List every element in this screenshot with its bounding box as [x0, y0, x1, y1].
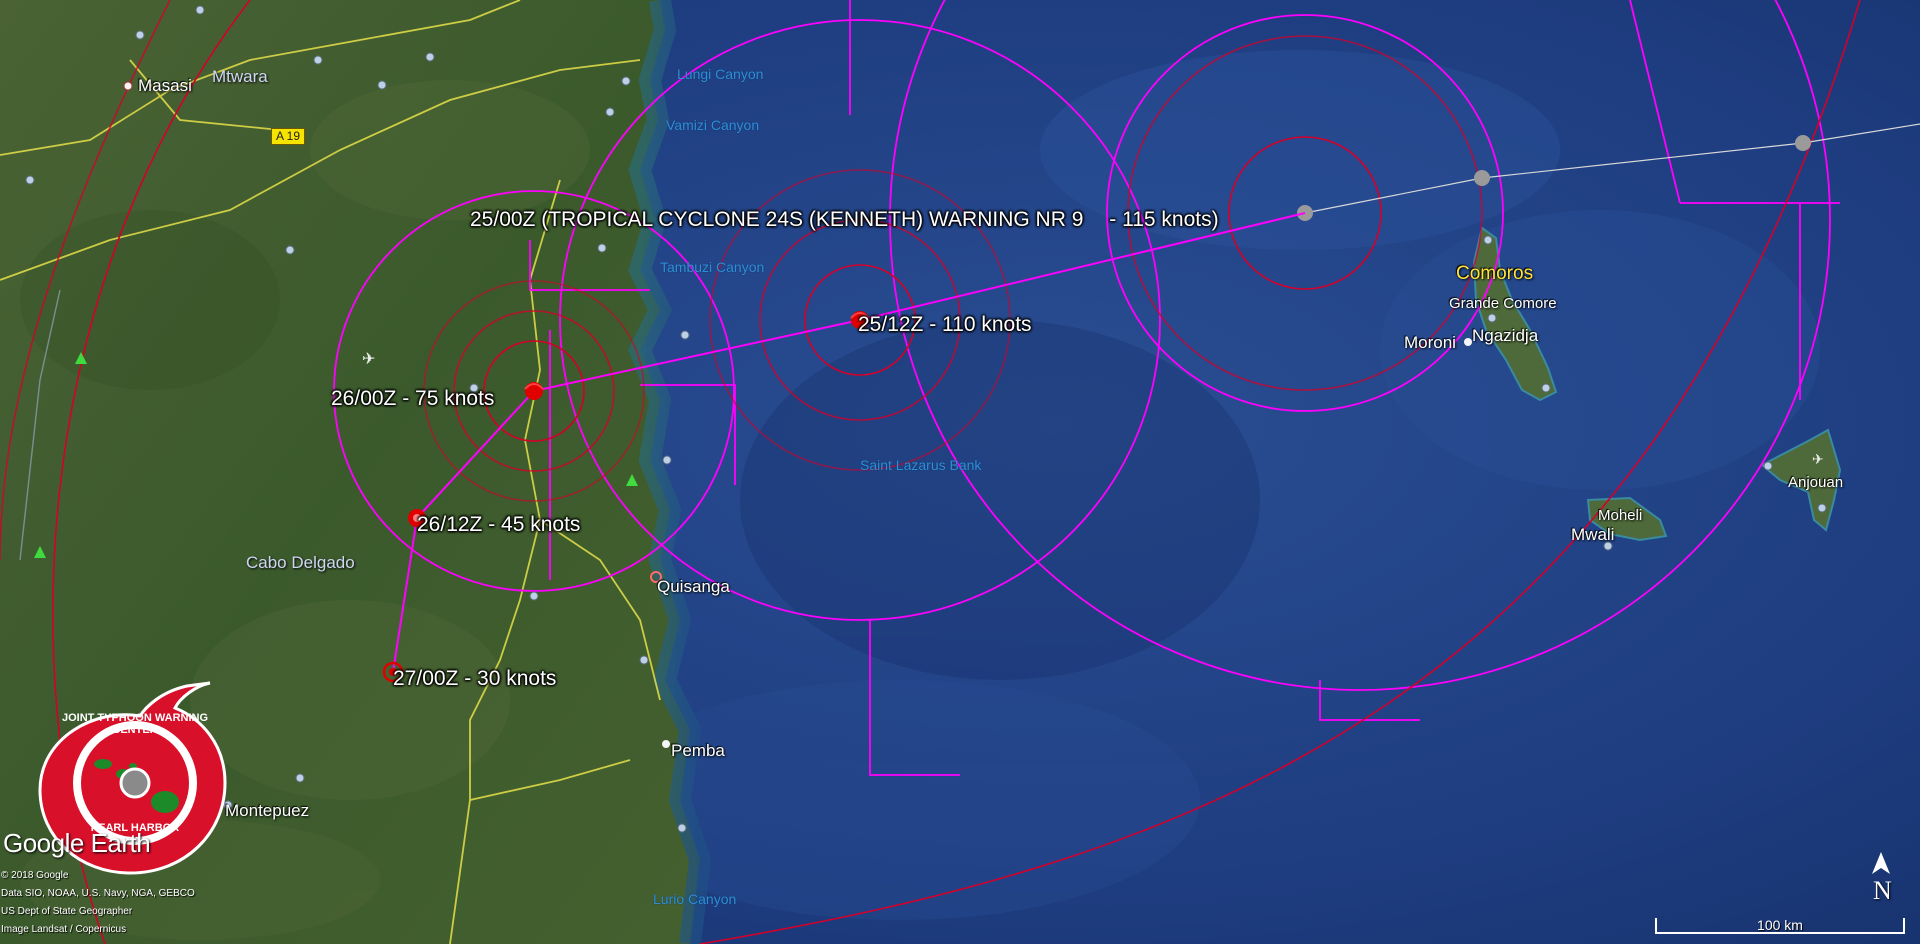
city-marker-icon[interactable]: [123, 81, 133, 91]
city-marker-icon[interactable]: [1464, 338, 1472, 346]
past-position-icon: [1474, 170, 1490, 186]
forecast-label: 26/00Z - 75 knots: [331, 387, 495, 410]
city-marker-icon[interactable]: [662, 740, 670, 748]
water-feature-label: Lurio Canyon: [653, 891, 737, 907]
forecast-label: 26/12Z - 45 knots: [417, 513, 581, 536]
place-label: Mwali: [1571, 525, 1615, 544]
water-feature-label: Lungi Canyon: [677, 66, 764, 82]
place-label: Montepuez: [225, 801, 310, 820]
place-label: Pemba: [671, 741, 725, 760]
place-label: Anjouan: [1788, 474, 1844, 491]
place-label: Quisanga: [657, 577, 730, 596]
warning-title-intensity: - 115 knots): [1109, 208, 1219, 231]
scale-bar: 100 km: [1655, 917, 1905, 934]
north-label: N: [1873, 876, 1892, 905]
jtwc-logo-ring-text: JOINT TYPHOON WARNING CENTER: [61, 712, 209, 736]
place-label: Cabo Delgado: [246, 553, 355, 572]
place-label: Moroni: [1404, 333, 1456, 352]
warning-title: 25/00Z (TROPICAL CYCLONE 24S (KENNETH) W…: [470, 209, 1219, 230]
place-label: Comoros: [1456, 263, 1534, 284]
attribution-line: Image Landsat / Copernicus: [1, 924, 127, 935]
airport-icon: ✈: [1812, 452, 1824, 468]
place-label: Grande Comore: [1449, 295, 1557, 312]
past-position-icon: [1795, 135, 1811, 151]
forecast-label: 25/12Z - 110 knots: [858, 313, 1032, 336]
jtwc-logo-bottom-text: PEARL HARBOR: [90, 822, 180, 834]
warning-title-text: 25/00Z (TROPICAL CYCLONE 24S (KENNETH) W…: [470, 208, 1084, 231]
place-label: Ngazidja: [1472, 326, 1539, 345]
forecast-label: 27/00Z - 30 knots: [393, 667, 557, 690]
water-feature-label: Saint Lazarus Bank: [860, 457, 982, 473]
place-label: Moheli: [1598, 507, 1643, 524]
attribution-line: US Dept of State Geographer: [1, 906, 133, 917]
water-feature-label: Tambuzi Canyon: [660, 259, 765, 275]
attribution: © 2018 Google Data SIO, NOAA, U.S. Navy,…: [1, 870, 195, 935]
attribution-line: Data SIO, NOAA, U.S. Navy, NGA, GEBCO: [1, 888, 195, 899]
scale-label: 100 km: [1757, 917, 1803, 933]
road-badge: A 19: [271, 128, 306, 145]
water-feature-label: Vamizi Canyon: [666, 117, 760, 133]
attribution-line: © 2018 Google: [1, 870, 69, 881]
place-label: Mtwara: [212, 67, 268, 86]
airport-icon: ✈: [362, 349, 375, 368]
place-label: Masasi: [138, 76, 192, 95]
cyclone-position-icon[interactable]: [524, 382, 544, 400]
